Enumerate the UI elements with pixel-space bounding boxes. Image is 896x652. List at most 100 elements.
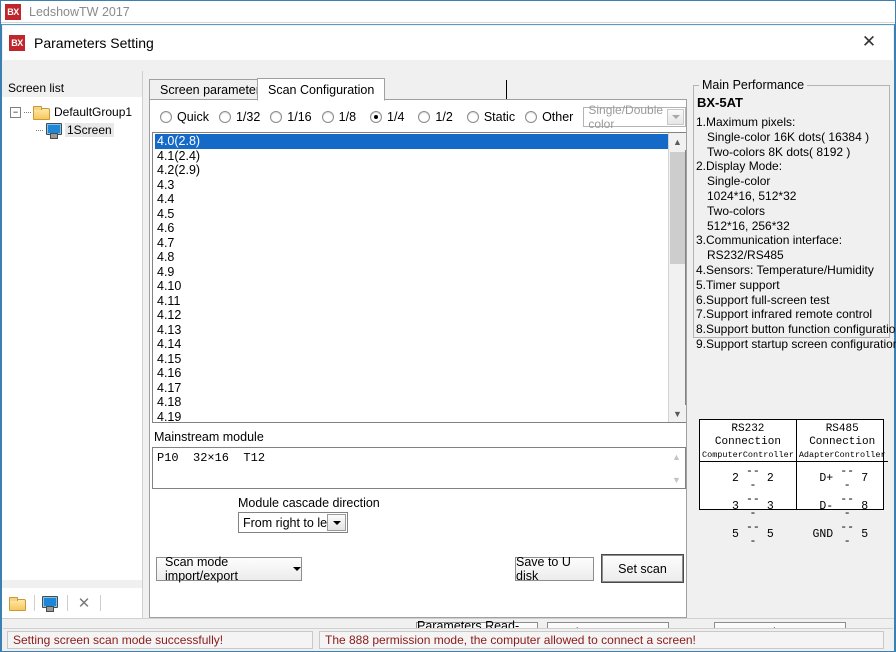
scrollbar-thumb[interactable] [670, 152, 685, 264]
tree-connector [24, 111, 31, 113]
connection-dash: --- [840, 521, 855, 548]
save-to-u-disk-button[interactable]: Save to U disk [515, 555, 594, 583]
scan-mode-item[interactable]: 4.15 [155, 352, 668, 367]
chevron-down-icon[interactable] [667, 109, 684, 125]
module-cascade-direction-label: Module cascade direction [238, 496, 380, 510]
tree-item-1screen[interactable]: 1Screen [2, 121, 142, 139]
scan-mode-item[interactable]: 4.13 [155, 323, 668, 338]
radio-label: 1/4 [387, 110, 405, 124]
scan-mode-item[interactable]: 4.10 [155, 279, 668, 294]
radio-indicator[interactable] [418, 111, 431, 123]
scan-mode-item[interactable]: 4.18 [155, 395, 668, 410]
radio-1-8[interactable]: 1/8 [321, 110, 356, 124]
add-screen-button[interactable] [41, 593, 61, 613]
radio-indicator[interactable] [218, 111, 231, 123]
radio-indicator[interactable] [370, 111, 383, 123]
controller-model: BX-5AT [697, 95, 743, 110]
scroll-down-button[interactable]: ▼ [669, 405, 686, 422]
scan-mode-item[interactable]: 4.6 [155, 221, 668, 236]
chevron-down-icon[interactable] [327, 514, 346, 531]
scan-mode-item[interactable]: 4.11 [155, 294, 668, 309]
radio-1-2[interactable]: 1/2 [418, 110, 453, 124]
connection-title-line2: Connection [714, 436, 781, 448]
radio-indicator[interactable] [321, 111, 334, 123]
app-titlebar: BX LedshowTW 2017 [1, 1, 895, 23]
scan-mode-list[interactable]: 4.0(2.8) 4.1(2.4) 4.2(2.9) 4.3 4.4 4.5 4.6 4.7 4… [153, 133, 668, 422]
main-performance-list: 1.Maximum pixels: Single-color 16K dots( … [696, 115, 896, 352]
scan-mode-item[interactable]: 4.7 [155, 236, 668, 251]
scan-mode-item[interactable]: 4.8 [155, 250, 668, 265]
performance-line: 512*16, 256*32 [707, 218, 790, 233]
expander-icon[interactable]: − [10, 106, 21, 118]
performance-line: 1.Maximum pixels: [696, 115, 796, 129]
scan-mode-item[interactable]: 4.9 [155, 265, 668, 280]
radio-quick[interactable]: Quick [160, 110, 209, 124]
tab-scan-configuration[interactable]: Scan Configuration [257, 78, 386, 101]
scan-mode-item[interactable]: 4.4 [155, 192, 668, 207]
connection-header: Computer Controller [700, 449, 796, 462]
tab-caret [506, 80, 507, 99]
connection-header: Adapter Controller [796, 449, 888, 462]
color-mode-dropdown[interactable]: Single/Double color [583, 103, 686, 131]
radio-label: 1/16 [287, 110, 312, 124]
radio-1-32[interactable]: 1/32 [218, 110, 261, 124]
scan-mode-item[interactable]: 4.16 [155, 366, 668, 381]
radio-1-16[interactable]: 1/16 [270, 110, 312, 124]
mainstream-module-value: P10 32×16 T12 [157, 451, 266, 465]
scan-mode-item[interactable]: 4.3 [155, 178, 668, 193]
radio-indicator[interactable] [160, 111, 172, 123]
radio-1-4[interactable]: 1/4 [370, 110, 404, 124]
tab-label: Scan Configuration [268, 82, 375, 97]
connection-pin-b: 8 [861, 500, 869, 513]
scan-mode-import-export-button[interactable]: Scan mode import/export [156, 555, 302, 583]
connection-dash: --- [746, 465, 760, 492]
application-window: BX LedshowTW 2017 BX Parameters Setting … [0, 0, 896, 652]
set-scan-button[interactable]: Set scan [601, 554, 684, 583]
tree-item-label-screen: 1Screen [65, 123, 114, 137]
scan-mode-item[interactable]: 4.2(2.9) [155, 163, 668, 178]
screen-list-tree[interactable]: − DefaultGroup1 1Screen [2, 97, 142, 580]
close-icon[interactable]: ✕ [852, 31, 886, 53]
connection-column: RS485 Connection Adapter Controller D+ --- 7 D-… [796, 420, 888, 548]
scan-mode-item[interactable]: 4.1(2.4) [155, 149, 668, 164]
scan-mode-item[interactable]: 4.0(2.8) [155, 134, 668, 149]
performance-line: RS232/RS485 [707, 248, 784, 263]
radio-label: 1/2 [435, 110, 453, 124]
connection-pin-a: GND [812, 528, 834, 541]
mainstream-module-box[interactable]: P10 32×16 T12 ▲ ▼ [152, 447, 686, 489]
tree-connector [36, 129, 43, 131]
mainstream-module-label: Mainstream module [154, 430, 264, 444]
radio-indicator[interactable] [270, 111, 283, 123]
close-icon: ✕ [77, 595, 91, 612]
tree-item-defaultgroup1[interactable]: − DefaultGroup1 [2, 103, 142, 121]
folder-icon [33, 106, 50, 120]
scan-list-scrollbar[interactable]: ▲ ▼ [668, 133, 686, 422]
cascade-value: From right to left [243, 515, 334, 530]
mainstream-scrollbar[interactable]: ▲ ▼ [668, 448, 685, 488]
scan-mode-item[interactable]: 4.5 [155, 207, 668, 222]
scan-mode-listbox[interactable]: 4.0(2.8) 4.1(2.4) 4.2(2.9) 4.3 4.4 4.5 4.6 4.7 4… [152, 132, 686, 423]
radio-static[interactable]: Static [466, 110, 515, 124]
scan-configuration-panel: Quick 1/32 1/16 1/8 1/4 1/2 Static Other… [149, 99, 687, 618]
radio-other[interactable]: Other [525, 110, 573, 124]
radio-indicator[interactable] [466, 111, 479, 123]
performance-line: 2.Display Mode: [696, 159, 783, 174]
scroll-up-button[interactable]: ▲ [668, 448, 685, 465]
scroll-down-button[interactable]: ▼ [668, 471, 685, 488]
scan-mode-item[interactable]: 4.14 [155, 337, 668, 352]
radio-label: Other [542, 110, 574, 124]
add-group-button[interactable] [8, 593, 28, 613]
performance-line: 5.Timer support [696, 277, 780, 292]
radio-indicator[interactable] [525, 111, 538, 123]
scroll-up-button[interactable]: ▲ [669, 133, 686, 150]
connection-row: GND --- 5 [797, 521, 888, 549]
radio-label: 1/32 [235, 110, 261, 124]
delete-screen-button[interactable]: ✕ [74, 593, 94, 613]
scan-mode-item[interactable]: 4.17 [155, 381, 668, 396]
module-cascade-direction-dropdown[interactable]: From right to left [238, 512, 348, 533]
performance-line: 7.Support infrared remote control [696, 307, 873, 322]
scan-mode-item[interactable]: 4.19 [155, 410, 668, 423]
scan-mode-item[interactable]: 4.12 [155, 308, 668, 323]
performance-line: 9.Support startup screen configuration [696, 336, 896, 351]
connection-header-left: Computer [702, 450, 743, 460]
